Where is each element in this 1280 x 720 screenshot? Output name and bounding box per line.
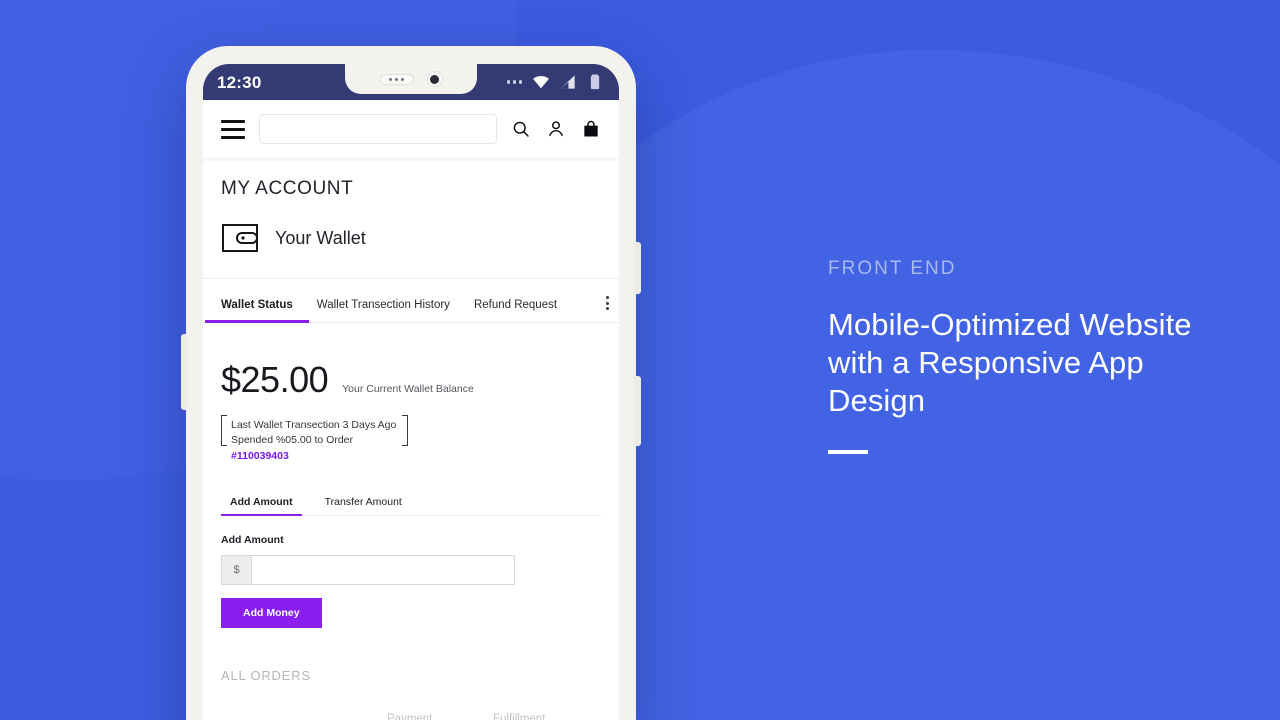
all-orders-title: ALL ORDERS <box>221 668 311 683</box>
app-header-icons <box>511 119 601 139</box>
status-bar-clock: 12:30 <box>217 72 262 92</box>
add-amount-label: Add Amount <box>221 534 284 546</box>
phone-notch <box>345 64 477 94</box>
panel-title: Mobile-Optimized Website with a Responsi… <box>828 307 1192 418</box>
wallet-balance-section: $25.00 Your Current Wallet Balance Last … <box>203 323 619 464</box>
amount-input[interactable] <box>251 555 515 585</box>
shopping-bag-icon[interactable] <box>581 119 601 139</box>
phone-side-button-right-lower[interactable] <box>634 376 641 446</box>
wifi-icon <box>533 76 549 89</box>
account-section: MY ACCOUNT Your Wallet <box>203 158 619 278</box>
orders-column-payment: Payment <box>387 713 433 720</box>
subtab-add-amount[interactable]: Add Amount <box>221 496 302 516</box>
orders-column-fulfillment: Fulfillment <box>493 713 546 720</box>
slide-canvas: FRONT END Mobile-Optimized Website with … <box>0 0 1280 720</box>
wallet-row: Your Wallet <box>221 222 601 278</box>
phone-side-button-left[interactable] <box>181 334 188 410</box>
wallet-tabs: Wallet Status Wallet Transection History… <box>203 279 619 323</box>
status-bar-icons <box>506 72 606 92</box>
subtab-transfer-amount[interactable]: Transfer Amount <box>316 496 411 515</box>
earpiece-speaker-icon <box>379 73 414 85</box>
text-panel: FRONT END Mobile-Optimized Website with … <box>828 258 1228 454</box>
currency-addon: $ <box>221 555 251 585</box>
last-transaction-order-link[interactable]: #110039403 <box>231 450 396 462</box>
panel-eyebrow: FRONT END <box>828 258 957 279</box>
balance-line: $25.00 Your Current Wallet Balance <box>221 359 601 401</box>
last-transaction-note: Last Wallet Transection 3 Days Ago Spend… <box>221 415 409 462</box>
tab-wallet-transaction-history[interactable]: Wallet Transection History <box>317 299 450 322</box>
last-transaction-line-2: Spended %05.00 to Order <box>231 434 354 446</box>
status-bar: 12:30 <box>203 64 619 100</box>
wallet-balance-amount: $25.00 <box>221 359 329 400</box>
app-header <box>203 100 619 158</box>
wallet-balance-caption: Your Current Wallet Balance <box>342 383 474 395</box>
all-orders-section: ALL ORDERS Payment Fulfillment <box>203 628 619 720</box>
amount-subtabs: Add Amount Transfer Amount <box>221 490 601 516</box>
search-icon[interactable] <box>511 119 531 139</box>
orders-table-header: Payment Fulfillment <box>221 713 601 720</box>
battery-icon <box>590 74 600 90</box>
wallet-icon <box>222 224 258 252</box>
hamburger-icon[interactable] <box>221 119 245 139</box>
tab-wallet-status[interactable]: Wallet Status <box>205 299 309 323</box>
more-dots-icon <box>506 80 522 84</box>
last-transaction-line-1: Last Wallet Transection 3 Days Ago <box>231 419 397 431</box>
add-money-button[interactable]: Add Money <box>221 598 322 628</box>
search-input[interactable] <box>259 114 497 144</box>
panel-underline-rule <box>828 450 868 454</box>
phone-side-button-right-upper[interactable] <box>634 242 641 294</box>
phone-mockup: 12:30 MY ACCOUNT Your Wallet Wallet Stat… <box>181 46 641 720</box>
add-amount-form: Add Amount $ Add Money <box>203 516 619 628</box>
page-title: MY ACCOUNT <box>221 178 354 199</box>
tab-refund-request[interactable]: Refund Request <box>474 299 557 322</box>
account-icon[interactable] <box>546 119 566 139</box>
front-camera-icon <box>426 71 443 87</box>
amount-input-group: $ <box>221 555 515 585</box>
phone-screen: 12:30 MY ACCOUNT Your Wallet Wallet Stat… <box>203 64 619 720</box>
signal-icon <box>560 75 575 89</box>
orders-column-spacer <box>221 713 387 720</box>
wallet-label: Your Wallet <box>275 227 366 248</box>
kebab-menu-icon[interactable] <box>606 296 609 310</box>
